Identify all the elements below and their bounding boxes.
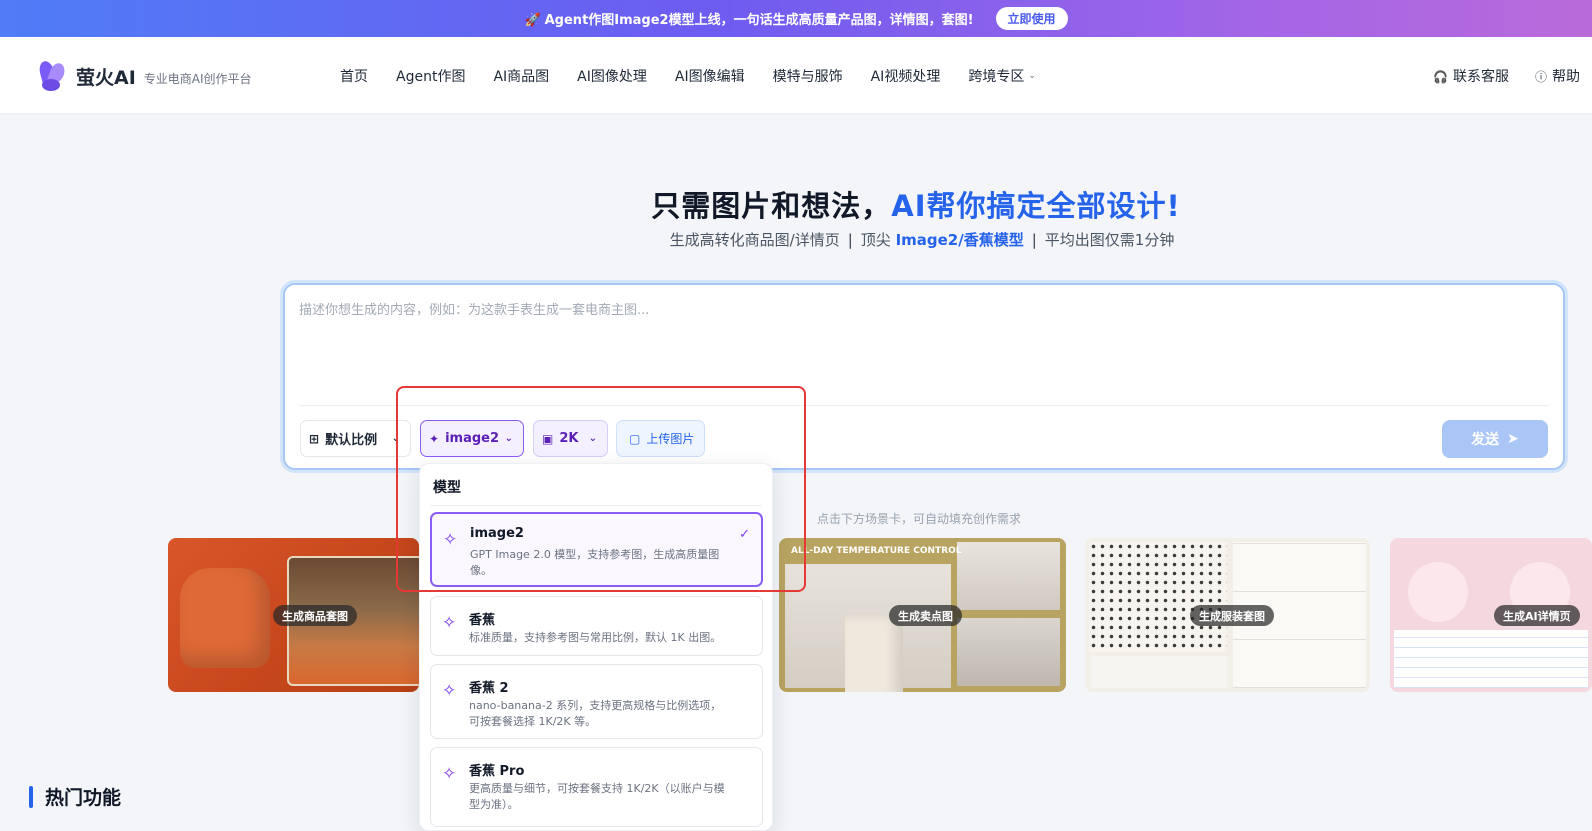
section-heading: 热门功能 <box>29 783 121 810</box>
send-label: 发送 <box>1471 432 1500 448</box>
send-button[interactable]: 发送 ➤ <box>1442 420 1548 458</box>
check-icon: ✓ <box>739 527 750 542</box>
upload-image-button[interactable]: ▢ 上传图片 <box>616 420 705 457</box>
resolution-label: 2K <box>559 431 579 446</box>
headset-icon: 🎧 <box>1433 69 1448 84</box>
scene-card-label: 生成AI详情页 <box>1494 605 1580 626</box>
product-image <box>957 618 1060 686</box>
hero-subtitle: 生成高转化商品图/详情页 | 顶尖 Image2/香蕉模型 | 平均出图仅需1分钟 <box>0 229 1592 250</box>
help-link[interactable]: ⓘ 帮助 <box>1535 66 1580 86</box>
question-icon: ⓘ <box>1534 69 1547 84</box>
sparkle-icon: ✧ <box>442 613 457 633</box>
option-name: 香蕉 2 <box>469 681 509 696</box>
nav-image-editing[interactable]: AI图像编辑 <box>675 66 745 86</box>
sparkle-icon: ✧ <box>442 764 457 784</box>
model-label: image2 <box>445 431 500 446</box>
product-image <box>1394 630 1588 688</box>
hero-sep-1: | <box>847 231 853 249</box>
nav-agent[interactable]: Agent作图 <box>396 66 465 86</box>
cup-image <box>845 614 903 692</box>
upload-label: 上传图片 <box>646 432 695 446</box>
chevron-down-icon: ⌄ <box>504 433 513 444</box>
product-image <box>785 564 951 692</box>
product-image <box>1089 542 1227 652</box>
model-option-image2[interactable]: ✧ image2 GPT Image 2.0 模型，支持参考图，生成高质量图像。… <box>430 512 763 587</box>
support-label: 联系客服 <box>1452 68 1509 85</box>
chevron-down-icon: ⌄ <box>391 433 400 444</box>
product-image <box>1091 656 1227 688</box>
promo-text: 🚀 Agent作图Image2模型上线，一句话生成高质量产品图，详情图，套图! <box>524 13 974 28</box>
header-actions: 🎧 联系客服 ⓘ 帮助 <box>1433 37 1580 114</box>
nav-product-image[interactable]: AI商品图 <box>493 66 549 86</box>
model-option-banana[interactable]: ✧ 香蕉 标准质量，支持参考图与常用比例，默认 1K 出图。 <box>430 596 763 656</box>
help-label: 帮助 <box>1551 68 1580 85</box>
try-now-button[interactable]: 立即使用 <box>995 7 1068 30</box>
option-name: 香蕉 Pro <box>469 764 525 779</box>
model-select[interactable]: ✦ image2 ⌄ <box>420 420 524 457</box>
model-option-banana-2[interactable]: ✧ 香蕉 2 nano-banana-2 系列，支持更高规格与比例选项，可按套餐… <box>430 664 763 739</box>
dropdown-divider <box>430 505 762 506</box>
hero-sep-2: | <box>1031 231 1037 249</box>
scene-card-label: 生成服装套图 <box>1190 605 1274 626</box>
nav-cross-border-label: 跨境专区 <box>968 68 1025 85</box>
ratio-select[interactable]: ⊞ 默认比例 ⌄ <box>300 420 411 457</box>
option-name: 香蕉 <box>469 613 496 628</box>
product-image <box>1408 562 1468 622</box>
nav-video-processing[interactable]: AI视频处理 <box>871 66 941 86</box>
grid-icon: ⊞ <box>309 431 320 446</box>
scene-card-label: 生成卖点图 <box>889 605 962 626</box>
hero-sub-accent: Image2/香蕉模型 <box>895 231 1024 249</box>
product-image <box>180 568 270 668</box>
hero-title-accent: AI帮你搞定全部设计! <box>891 189 1181 223</box>
card-header-text: ALL-DAY TEMPERATURE CONTROL <box>791 546 962 556</box>
nav-model-apparel[interactable]: 模特与服饰 <box>773 66 843 86</box>
upload-image-icon: ▢ <box>629 431 641 446</box>
section-bar <box>29 785 33 808</box>
option-desc: 更高质量与细节，可按套餐支持 1K/2K（以账户与模型为准）。 <box>469 782 725 811</box>
prompt-divider <box>299 405 1549 406</box>
brand-tagline: 专业电商AI创作平台 <box>143 71 252 86</box>
option-desc: 标准质量，支持参考图与常用比例，默认 1K 出图。 <box>469 631 722 644</box>
dropdown-title: 模型 <box>433 480 461 496</box>
model-dropdown: 模型 ✧ image2 GPT Image 2.0 模型，支持参考图，生成高质量… <box>419 463 773 831</box>
hero-sub-part1: 生成高转化商品图/详情页 <box>669 231 840 249</box>
nav-cross-border[interactable]: 跨境专区 ⌄ <box>968 66 1036 86</box>
promo-banner: 🚀 Agent作图Image2模型上线，一句话生成高质量产品图，详情图，套图! 立… <box>0 0 1592 37</box>
image-icon: ▣ <box>542 431 554 446</box>
sparkle-icon: ✦ <box>429 431 440 446</box>
send-arrow-icon: ➤ <box>1507 431 1519 447</box>
brand-name: 萤火AI <box>76 66 136 89</box>
hero-sub-part2: 顶尖 <box>860 231 891 249</box>
sparkle-icon: ✧ <box>443 530 458 550</box>
prompt-box: 描述你想生成的内容，例如：为这款手表生成一套电商主图... ⊞ 默认比例 ⌄ ✦… <box>283 283 1565 470</box>
hero-title: 只需图片和想法，AI帮你搞定全部设计! <box>0 183 1592 225</box>
product-image <box>957 542 1060 610</box>
rocket-icon: 🚀 <box>524 13 541 28</box>
main-nav: 首页 Agent作图 AI商品图 AI图像处理 AI图像编辑 模特与服饰 AI视… <box>340 37 1036 114</box>
nav-image-processing[interactable]: AI图像处理 <box>577 66 647 86</box>
scene-hint: 点击下方场景卡，可自动填充创作需求 <box>817 512 1022 526</box>
sparkle-icon: ✧ <box>442 681 457 701</box>
option-desc: GPT Image 2.0 模型，支持参考图，生成高质量图像。 <box>470 548 720 577</box>
option-name: image2 <box>470 526 524 541</box>
nav-home[interactable]: 首页 <box>340 66 368 86</box>
hero-title-main: 只需图片和想法， <box>651 189 892 223</box>
section-title: 热门功能 <box>45 787 122 809</box>
resolution-select[interactable]: ▣ 2K ⌄ <box>533 420 608 457</box>
option-desc: nano-banana-2 系列，支持更高规格与比例选项，可按套餐选择 1K/2… <box>469 699 722 728</box>
brand-logo[interactable]: 萤火AI 专业电商AI创作平台 <box>37 59 252 93</box>
firefly-logo-icon <box>37 59 67 93</box>
chevron-down-icon: ⌄ <box>588 433 597 444</box>
hero-sub-part3: 平均出图仅需1分钟 <box>1044 231 1175 249</box>
prompt-input[interactable]: 描述你想生成的内容，例如：为这款手表生成一套电商主图... <box>299 299 649 318</box>
support-link[interactable]: 🎧 联系客服 <box>1433 66 1509 86</box>
model-option-banana-pro[interactable]: ✧ 香蕉 Pro 更高质量与细节，可按套餐支持 1K/2K（以账户与模型为准）。 <box>430 747 763 827</box>
scene-card-label: 生成商品套图 <box>273 605 357 626</box>
top-header: 萤火AI 专业电商AI创作平台 首页 Agent作图 AI商品图 AI图像处理 … <box>0 37 1592 114</box>
chevron-down-icon: ⌄ <box>1028 70 1036 81</box>
ratio-label: 默认比例 <box>325 433 378 448</box>
